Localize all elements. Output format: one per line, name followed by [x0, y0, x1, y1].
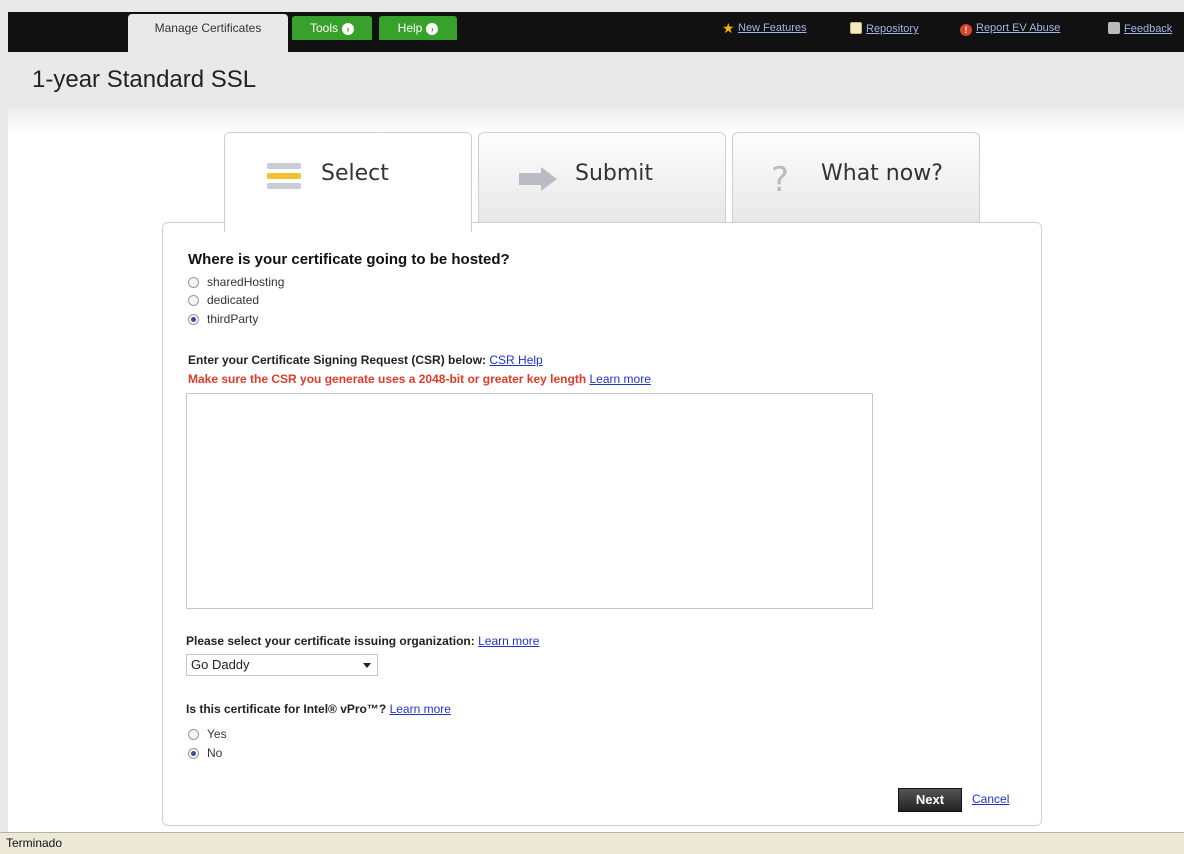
csr-warning-text: Make sure the CSR you generate uses a 20…	[188, 372, 587, 386]
step-label: What now?	[821, 161, 943, 186]
vpro-learn-more-link[interactable]: Learn more	[390, 702, 451, 716]
question-icon: ?	[771, 160, 789, 199]
org-label: Please select your certificate issuing o…	[186, 634, 539, 648]
csr-label: Enter your Certificate Signing Request (…	[188, 353, 543, 367]
step-what-now[interactable]: ? What now?	[732, 132, 980, 228]
link-label: Feedback	[1124, 23, 1173, 35]
tab-tools[interactable]: Tools ›	[292, 16, 372, 40]
csr-warning: Make sure the CSR you generate uses a 20…	[188, 372, 651, 386]
go-arrow-icon: ›	[342, 22, 354, 35]
tab-help[interactable]: Help ›	[379, 16, 457, 40]
radio-button[interactable]	[188, 728, 199, 740]
go-arrow-icon: ›	[426, 22, 439, 35]
link-feedback[interactable]: Feedback	[1108, 22, 1172, 35]
link-report-ev-abuse[interactable]: ! Report EV Abuse	[960, 22, 1060, 36]
radio-dedicated[interactable]: dedicated	[188, 293, 259, 307]
tab-label: Help	[397, 21, 423, 35]
radio-label: Yes	[207, 727, 227, 741]
status-text: Terminado	[6, 836, 63, 850]
tab-label: Manage Certificates	[154, 21, 262, 35]
step-label: Select	[321, 161, 389, 186]
org-learn-more-link[interactable]: Learn more	[478, 634, 539, 648]
alert-icon: !	[960, 24, 972, 36]
radio-vpro-no[interactable]: No	[188, 746, 222, 760]
csr-textarea[interactable]	[186, 393, 873, 609]
radio-button[interactable]	[188, 294, 199, 306]
org-label-text: Please select your certificate issuing o…	[186, 634, 475, 648]
hosting-question: Where is your certificate going to be ho…	[188, 251, 510, 268]
cancel-link[interactable]: Cancel	[972, 792, 1009, 806]
link-label: Repository	[866, 23, 919, 35]
chevron-down-icon	[363, 663, 371, 668]
org-select-value: Go Daddy	[191, 657, 250, 672]
radio-label: dedicated	[207, 293, 260, 307]
csr-label-text: Enter your Certificate Signing Request (…	[188, 353, 487, 367]
browser-status-bar: Terminado	[0, 832, 1184, 854]
csr-help-link[interactable]: CSR Help	[489, 353, 542, 367]
radio-third-party[interactable]: thirdParty	[188, 312, 258, 326]
radio-vpro-yes[interactable]: Yes	[188, 727, 227, 741]
chat-icon	[1108, 22, 1120, 34]
radio-button[interactable]	[188, 276, 199, 288]
next-button[interactable]: Next	[898, 788, 962, 812]
link-label: Report EV Abuse	[976, 22, 1061, 34]
vpro-label: Is this certificate for Intel® vPro™? Le…	[186, 702, 451, 716]
link-new-features[interactable]: ★ New Features	[722, 20, 807, 36]
step-label: Submit	[575, 161, 654, 186]
csr-learn-more-link[interactable]: Learn more	[590, 372, 651, 386]
radio-button[interactable]	[188, 313, 199, 325]
star-icon: ★	[722, 20, 735, 36]
radio-label: thirdParty	[207, 312, 259, 326]
radio-label: sharedHosting	[207, 275, 285, 289]
stack-icon	[267, 163, 301, 189]
step-submit[interactable]: Submit	[478, 132, 726, 228]
radio-shared-hosting[interactable]: sharedHosting	[188, 275, 284, 289]
svg-text:?: ?	[771, 160, 789, 199]
vpro-label-text: Is this certificate for Intel® vPro™?	[186, 702, 387, 716]
tab-manage-certificates[interactable]: Manage Certificates	[128, 14, 288, 52]
org-select[interactable]: Go Daddy	[186, 654, 378, 676]
document-icon	[850, 22, 862, 34]
page-title: 1-year Standard SSL	[32, 66, 257, 93]
arrow-right-icon	[519, 167, 557, 191]
step-select[interactable]: Select	[224, 132, 472, 232]
link-repository[interactable]: Repository	[850, 22, 919, 35]
radio-button[interactable]	[188, 747, 199, 759]
radio-label: No	[207, 746, 223, 760]
link-label: New Features	[738, 22, 807, 34]
tab-label: Tools	[309, 21, 338, 35]
